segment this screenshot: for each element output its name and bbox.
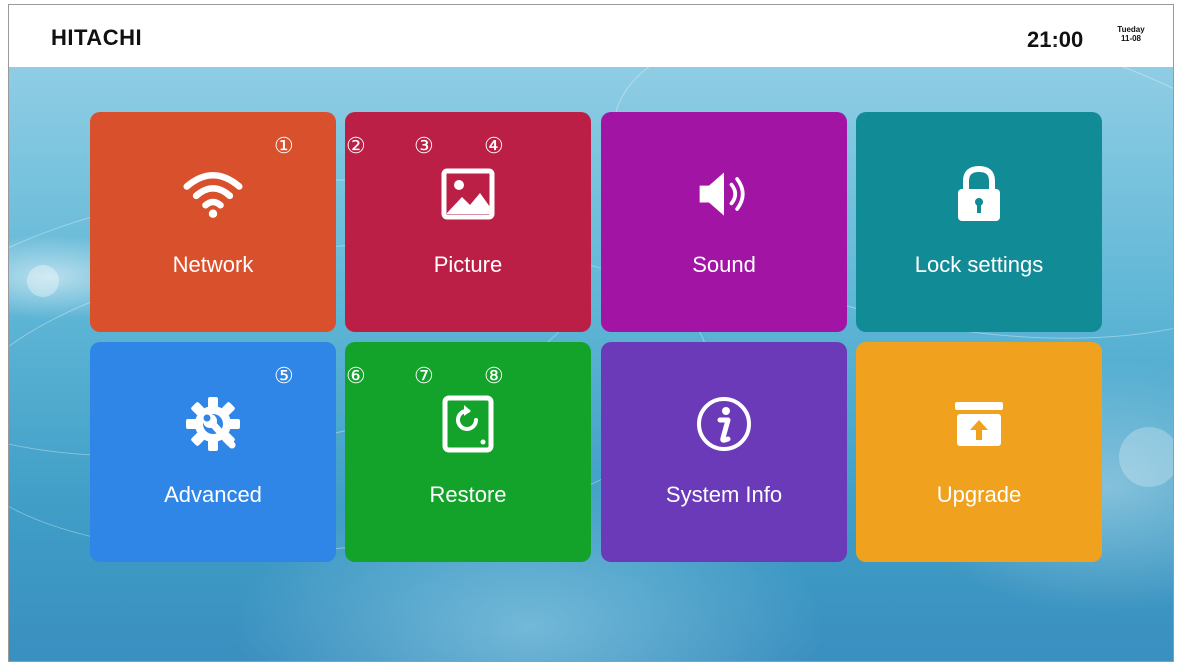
tile-advanced[interactable]: Advanced — [90, 342, 336, 562]
tile-sound-label: Sound — [692, 252, 756, 277]
annotation-marker: ③ — [414, 133, 434, 158]
annotation-marker: ⑦ — [414, 363, 434, 388]
tile-restore[interactable]: Restore — [345, 342, 591, 562]
background-bubble — [27, 265, 59, 297]
tile-upgrade-label: Upgrade — [936, 482, 1022, 507]
picture-icon — [438, 164, 498, 224]
tile-system-info[interactable]: System Info — [601, 342, 847, 562]
tile-lock-settings[interactable]: Lock settings — [856, 112, 1102, 332]
tv-screen-frame: HITACHI 21:00 Tueday 11-08 Network Pictu… — [8, 4, 1174, 662]
settings-background: Network Picture Sound Lock settings Adva… — [9, 5, 1173, 661]
tile-system-info-label: System Info — [665, 482, 783, 507]
wifi-icon — [183, 164, 243, 224]
tile-sound[interactable]: Sound — [601, 112, 847, 332]
upgrade-icon — [949, 394, 1009, 454]
tile-restore-label: Restore — [429, 482, 507, 507]
annotation-marker: ⑤ — [274, 363, 294, 388]
restore-icon — [438, 394, 498, 454]
date-display: Tueday 11-08 — [1113, 25, 1149, 43]
annotation-marker: ⑧ — [484, 363, 504, 388]
annotation-marker: ⑥ — [346, 363, 366, 388]
tile-picture[interactable]: Picture — [345, 112, 591, 332]
date-day: Tueday — [1117, 25, 1145, 34]
tile-lock-settings-label: Lock settings — [914, 252, 1044, 277]
tile-network[interactable]: Network — [90, 112, 336, 332]
annotation-marker: ④ — [484, 133, 504, 158]
tile-network-label: Network — [172, 252, 254, 277]
gear-wrench-icon — [183, 394, 243, 454]
annotation-marker: ① — [274, 133, 294, 158]
brand-logo: HITACHI — [51, 25, 143, 50]
speaker-icon — [694, 164, 754, 224]
background-bubble — [1119, 427, 1173, 487]
info-icon — [694, 394, 754, 454]
date-value: 11-08 — [1120, 34, 1142, 43]
annotation-marker: ② — [346, 133, 366, 158]
tile-upgrade[interactable]: Upgrade — [856, 342, 1102, 562]
tile-picture-label: Picture — [433, 252, 503, 277]
tile-advanced-label: Advanced — [164, 482, 262, 507]
lock-icon — [949, 164, 1009, 224]
